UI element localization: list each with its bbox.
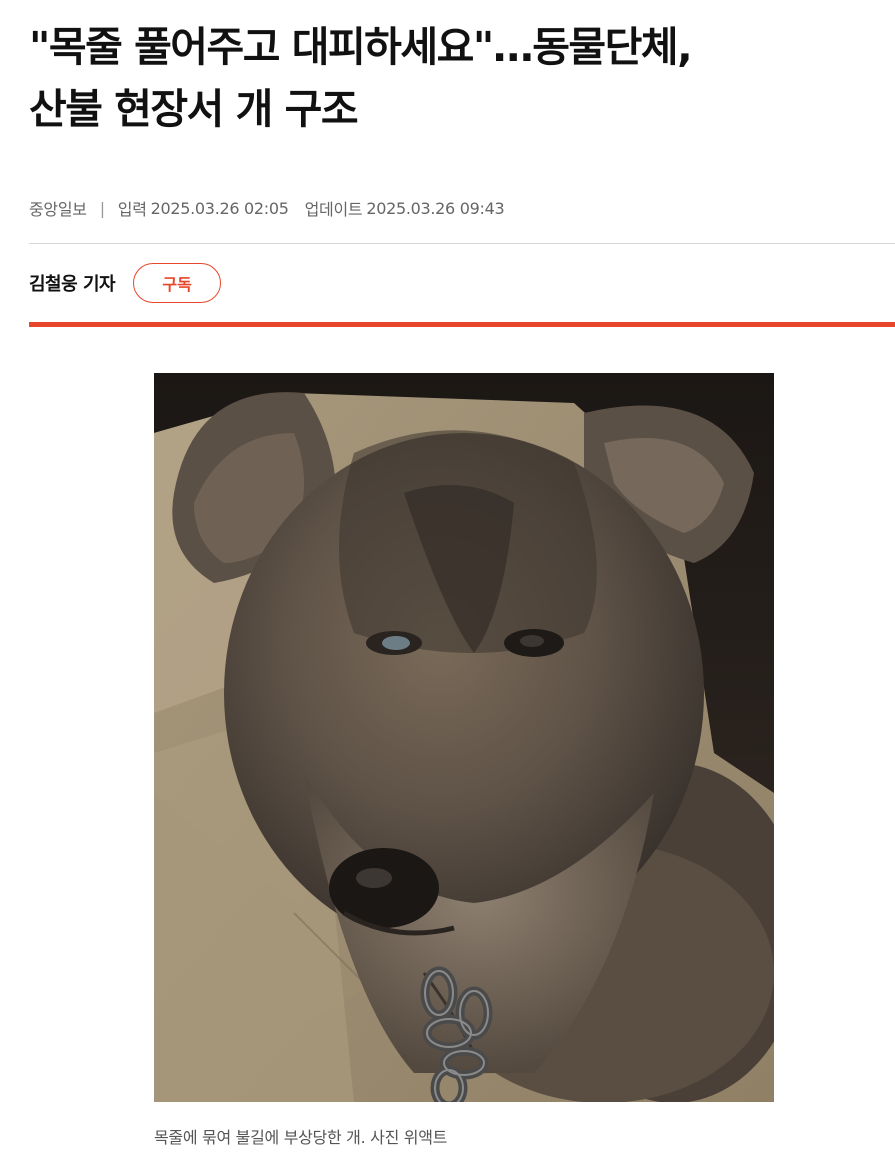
headline-line-2: 산불 현장서 개 구조 (29, 85, 359, 133)
byline: 김철웅 기자 구독 (29, 262, 222, 304)
article-headline: "목줄 풀어주고 대피하세요"…동물단체, 산불 현장서 개 구조 (29, 0, 869, 140)
meta-divider (29, 243, 895, 244)
published-label: 입력 (117, 200, 147, 219)
article: "목줄 풀어주고 대피하세요"…동물단체, 산불 현장서 개 구조 중앙일보 |… (29, 0, 895, 1147)
dog-photo-illustration (154, 373, 774, 1102)
photo-caption: 목줄에 묶여 불길에 부상당한 개. 사진 위액트 (154, 1128, 448, 1147)
accent-divider (29, 322, 895, 327)
news-source[interactable]: 중앙일보 (29, 196, 87, 220)
updated-date: 2025.03.26 09:43 (366, 198, 505, 218)
updated-label: 업데이트 (304, 200, 363, 219)
headline-line-1: "목줄 풀어주고 대피하세요"…동물단체, (29, 23, 693, 71)
meta-separator: | (99, 198, 105, 218)
reporter-name[interactable]: 김철웅 기자 (29, 270, 116, 296)
article-meta: 중앙일보 | 입력 2025.03.26 02:05 업데이트 2025.03.… (29, 196, 505, 220)
subscribe-button[interactable]: 구독 (133, 263, 222, 303)
published-date: 2025.03.26 02:05 (150, 198, 289, 218)
article-photo (154, 373, 774, 1102)
